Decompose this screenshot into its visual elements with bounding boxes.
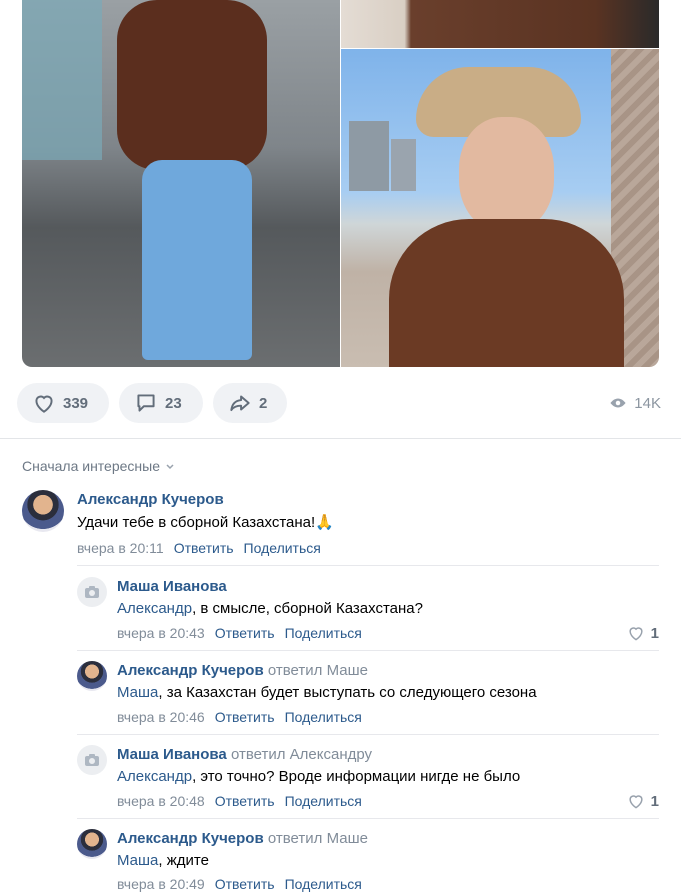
photo-window: [22, 0, 102, 160]
section-divider: [0, 438, 681, 439]
comment-sort-dropdown[interactable]: Сначала интересные: [22, 458, 176, 474]
share-comment-button[interactable]: Поделиться: [285, 625, 362, 641]
reply-button[interactable]: Ответить: [215, 793, 275, 809]
photo-figure-jeans: [142, 160, 252, 360]
like-button[interactable]: 339: [17, 383, 109, 423]
comment-like-button[interactable]: 1: [626, 791, 659, 811]
photo-sweater: [389, 219, 624, 367]
avatar[interactable]: [77, 577, 107, 607]
share-icon: [230, 395, 250, 412]
comment-time[interactable]: вчера в 20:49: [117, 876, 205, 892]
comment-divider: [77, 818, 659, 819]
comment-divider: [77, 734, 659, 735]
post-actions-bar: 339 23 2 14K: [17, 383, 661, 423]
photo-building: [349, 121, 389, 191]
comment-author[interactable]: Александр Кучеров ответил Маше: [117, 830, 368, 847]
comment-text: Александр, в смысле, сборной Казахстана?: [117, 600, 423, 617]
post-photo-left[interactable]: [22, 0, 340, 367]
avatar[interactable]: [22, 490, 64, 532]
share-count: 2: [259, 394, 268, 412]
avatar[interactable]: [77, 661, 107, 691]
heart-icon: [629, 627, 643, 641]
eye-icon: [610, 398, 626, 408]
camera-icon: [85, 586, 99, 598]
mention[interactable]: Александр: [117, 600, 192, 617]
reply-button[interactable]: Ответить: [215, 876, 275, 892]
comment-button[interactable]: 23: [119, 383, 203, 423]
comment-text: Маша, ждите: [117, 852, 209, 869]
mention[interactable]: Александр: [117, 768, 192, 785]
reply-button[interactable]: Ответить: [174, 540, 234, 556]
comment-divider: [77, 650, 659, 651]
share-comment-button[interactable]: Поделиться: [285, 793, 362, 809]
comment-author[interactable]: Маша Иванова ответил Александру: [117, 746, 372, 763]
photo-face: [459, 117, 554, 232]
comment-meta: вчера в 20:43 Ответить Поделиться: [117, 625, 362, 641]
sort-label: Сначала интересные: [22, 458, 160, 474]
camera-icon: [85, 754, 99, 766]
reply-to-label: ответил Маше: [267, 662, 368, 679]
share-comment-button[interactable]: Поделиться: [285, 876, 362, 892]
comment-count: 23: [165, 394, 182, 412]
heart-icon: [629, 795, 643, 809]
like-count: 339: [63, 394, 89, 412]
comment-meta: вчера в 20:49 Ответить Поделиться: [117, 876, 362, 892]
comment-text: Удачи тебе в сборной Казахстана!🙏: [77, 514, 334, 531]
comment-time[interactable]: вчера в 20:43: [117, 625, 205, 641]
share-comment-button[interactable]: Поделиться: [244, 540, 321, 556]
photo-figure-sweater: [117, 0, 267, 170]
reply-button[interactable]: Ответить: [215, 709, 275, 725]
comment-text: Александр, это точно? Вроде информации н…: [117, 768, 521, 785]
avatar[interactable]: [77, 829, 107, 859]
views-count: 14K: [634, 394, 661, 412]
comment-text: Маша, за Казахстан будет выступать со сл…: [117, 684, 537, 701]
comment-time[interactable]: вчера в 20:11: [77, 540, 164, 556]
comment-like-count: 1: [650, 792, 659, 810]
heart-icon: [35, 395, 53, 413]
reply-button[interactable]: Ответить: [215, 625, 275, 641]
mention[interactable]: Маша: [117, 852, 158, 869]
comment-time[interactable]: вчера в 20:48: [117, 793, 205, 809]
comment-time[interactable]: вчера в 20:46: [117, 709, 205, 725]
reply-to-label: ответил Маше: [267, 830, 368, 847]
post-photo-top-right[interactable]: [341, 0, 659, 48]
comment-meta: вчера в 20:46 Ответить Поделиться: [117, 709, 362, 725]
comment-like-count: 1: [650, 624, 659, 642]
chevron-down-icon: [166, 464, 174, 470]
comment-meta: вчера в 20:48 Ответить Поделиться: [117, 793, 362, 809]
comment-author[interactable]: Маша Иванова: [117, 578, 227, 595]
comment-author[interactable]: Александр Кучеров ответил Маше: [117, 662, 368, 679]
share-comment-button[interactable]: Поделиться: [285, 709, 362, 725]
comment-author[interactable]: Александр Кучеров: [77, 491, 224, 508]
reply-to-label: ответил Александру: [230, 746, 373, 763]
comment-meta: вчера в 20:11 Ответить Поделиться: [77, 540, 321, 556]
avatar[interactable]: [77, 745, 107, 775]
comment-divider: [77, 565, 659, 566]
share-button[interactable]: 2: [213, 383, 287, 423]
views-counter: 14K: [609, 383, 661, 423]
post-photo-right[interactable]: [341, 49, 659, 367]
photo-building: [391, 139, 416, 191]
comment-icon: [137, 394, 155, 412]
mention[interactable]: Маша: [117, 684, 158, 701]
comment-like-button[interactable]: 1: [626, 623, 659, 643]
